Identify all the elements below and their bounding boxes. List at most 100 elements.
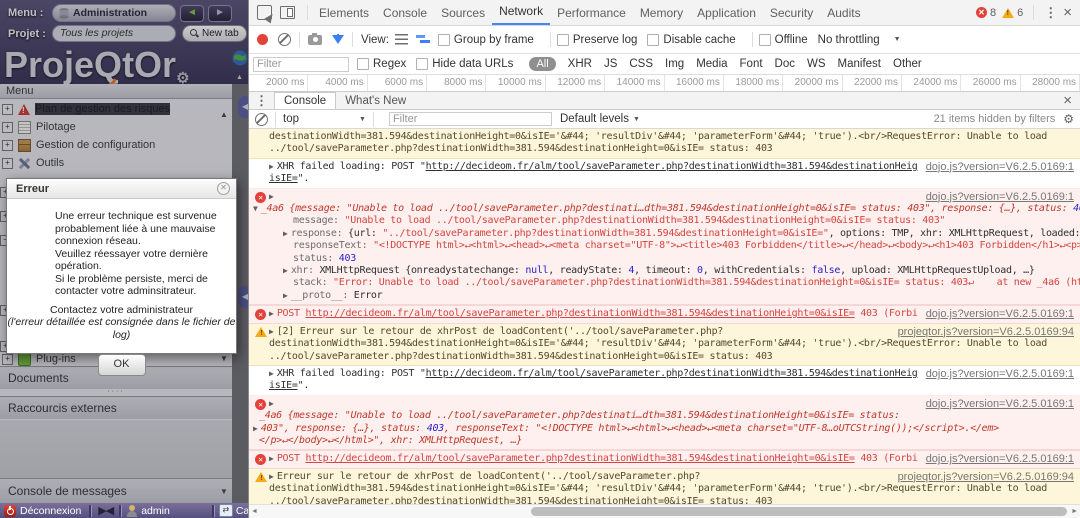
scroll-right-icon[interactable]: ►: [1071, 508, 1078, 515]
expand-arrow-icon[interactable]: ▶: [253, 424, 261, 433]
devtools-tab-sources[interactable]: Sources: [434, 1, 492, 25]
timeline-tick: 26000 ms: [961, 75, 1020, 91]
filter-type-all[interactable]: All: [529, 57, 555, 71]
expand-arrow-icon[interactable]: ▶: [283, 266, 291, 275]
devtools-close-icon[interactable]: ×: [1063, 4, 1072, 21]
console-row[interactable]: ✕▶POST http://decideom.fr/alm/tool/saveP…: [249, 450, 1080, 468]
ok-button[interactable]: OK: [98, 354, 146, 376]
filter-type-font[interactable]: Font: [734, 58, 769, 70]
devtools-tab-network[interactable]: Network: [492, 0, 550, 25]
source-link[interactable]: projeqtor.js?version=V6.2.5.0169:94: [898, 326, 1074, 338]
source-link[interactable]: projeqtor.js?version=V6.2.5.0169:94: [898, 471, 1074, 483]
expand-arrow-icon[interactable]: ▶: [269, 327, 277, 336]
console-row[interactable]: ▶XHR failed loading: POST "http://decide…: [249, 366, 1080, 396]
regex-checkbox[interactable]: Regex: [357, 58, 406, 70]
chevron-down-icon: ▼: [894, 36, 901, 43]
drawer-tab-what-s-new[interactable]: What's New: [336, 93, 415, 109]
expand-arrow-icon[interactable]: ▶: [269, 454, 277, 463]
cache-icon[interactable]: ⇄: [219, 504, 233, 517]
devtools-tab-memory[interactable]: Memory: [633, 1, 690, 25]
devtools-panel: ElementsConsoleSourcesNetworkPerformance…: [248, 0, 1080, 518]
dialog-titlebar[interactable]: Erreur ✕: [7, 179, 236, 199]
filter-type-doc[interactable]: Doc: [769, 58, 801, 70]
devtools-tab-console[interactable]: Console: [376, 1, 434, 25]
checkbox-icon: [759, 34, 771, 46]
waterfall-view-icon[interactable]: [416, 34, 430, 45]
devtools-tab-application[interactable]: Application: [690, 1, 763, 25]
expand-arrow-icon[interactable]: ▶: [269, 472, 277, 481]
scroll-left-icon[interactable]: ◄: [251, 508, 258, 515]
console-row[interactable]: ▶XHR failed loading: POST "http://decide…: [249, 159, 1080, 189]
filter-type-xhr[interactable]: XHR: [562, 58, 598, 70]
console-row[interactable]: ✕▶POST http://decideom.fr/alm/tool/saveP…: [249, 305, 1080, 323]
expand-arrow-icon[interactable]: ▼: [253, 204, 261, 213]
offline-checkbox[interactable]: Offline: [759, 34, 808, 46]
warning-count-badge[interactable]: 6: [1002, 7, 1023, 19]
scrollbar-thumb[interactable]: [531, 507, 1067, 516]
logout-button[interactable]: Déconnexion: [20, 505, 81, 517]
filter-type-other[interactable]: Other: [887, 58, 928, 70]
separator: [352, 32, 353, 47]
network-filter-input[interactable]: [253, 57, 349, 72]
devtools-tab-audits[interactable]: Audits: [820, 1, 867, 25]
expand-arrow-icon[interactable]: ▶: [283, 291, 291, 300]
devtools-tab-elements[interactable]: Elements: [312, 1, 376, 25]
clear-icon[interactable]: [278, 33, 291, 46]
console-filter-input[interactable]: [389, 112, 552, 126]
group-by-frame-checkbox[interactable]: Group by frame: [438, 34, 534, 46]
console-settings-gear-icon[interactable]: ⚙: [1063, 112, 1074, 126]
console-text: ▶xhr: XMLHttpRequest {onreadystatechange…: [249, 265, 1080, 277]
throttling-dropdown[interactable]: No throttling: [818, 34, 880, 46]
log-levels-dropdown[interactable]: Default levels: [560, 113, 629, 125]
devtools-tab-security[interactable]: Security: [763, 1, 820, 25]
console-line: destinationWidth=381.594&destinationHeig…: [249, 338, 1080, 350]
filter-type-manifest[interactable]: Manifest: [832, 58, 887, 70]
expand-arrow-icon[interactable]: ▶: [269, 399, 277, 408]
error-count-badge[interactable]: ✕8: [976, 7, 996, 19]
dialog-close-icon[interactable]: ✕: [217, 182, 230, 195]
filter-type-img[interactable]: Img: [659, 58, 690, 70]
expand-arrow-icon[interactable]: ▶: [269, 309, 277, 318]
record-icon[interactable]: [257, 34, 268, 45]
network-timeline-ruler[interactable]: 2000 ms4000 ms6000 ms8000 ms10000 ms1200…: [249, 75, 1080, 92]
source-link[interactable]: dojo.js?version=V6.2.5.0169:1: [926, 191, 1074, 203]
hidden-items-info: 21 items hidden by filters: [934, 113, 1056, 125]
console-row[interactable]: ▶[2] Erreur sur le retour de xhrPost de …: [249, 324, 1080, 366]
source-link[interactable]: dojo.js?version=V6.2.5.0169:1: [926, 308, 1074, 320]
filter-type-css[interactable]: CSS: [623, 58, 659, 70]
clear-console-icon[interactable]: [255, 113, 268, 126]
source-link[interactable]: dojo.js?version=V6.2.5.0169:1: [926, 368, 1074, 380]
expand-arrow-icon[interactable]: ▶: [269, 192, 277, 201]
user-name[interactable]: admin: [141, 505, 170, 517]
console-row[interactable]: ✕▶dojo.js?version=V6.2.5.0169:1_4a6 {mes…: [249, 396, 1080, 451]
expand-arrow-icon[interactable]: ▶: [283, 229, 291, 238]
expand-arrow-icon[interactable]: ▶: [269, 369, 277, 378]
drawer-menu-icon[interactable]: ⋮: [249, 93, 274, 109]
source-link[interactable]: dojo.js?version=V6.2.5.0169:1: [926, 453, 1074, 465]
filter-type-media[interactable]: Media: [690, 58, 733, 70]
list-view-icon[interactable]: [395, 34, 408, 45]
filter-type-ws[interactable]: WS: [801, 58, 832, 70]
console-row[interactable]: ✕▶dojo.js?version=V6.2.5.0169:1▼_4a6 {me…: [249, 189, 1080, 306]
console-row[interactable]: ▶Erreur sur le retour de xhrPost de load…: [249, 469, 1080, 504]
execution-context-dropdown[interactable]: top: [283, 113, 299, 125]
hide-data-urls-checkbox[interactable]: Hide data URLs: [416, 58, 513, 70]
horizontal-scrollbar[interactable]: ◄ ►: [249, 504, 1080, 518]
power-icon[interactable]: [4, 505, 16, 517]
expand-arrow-icon[interactable]: ▶: [269, 162, 277, 171]
preserve-log-checkbox[interactable]: Preserve log: [557, 34, 638, 46]
screenshot-icon[interactable]: [308, 35, 322, 45]
disable-cache-checkbox[interactable]: Disable cache: [647, 34, 735, 46]
device-toolbar-icon[interactable]: [280, 6, 295, 19]
source-link[interactable]: dojo.js?version=V6.2.5.0169:1: [926, 161, 1074, 173]
filter-type-js[interactable]: JS: [598, 58, 623, 70]
drawer-tab-console[interactable]: Console: [274, 92, 336, 109]
source-link[interactable]: dojo.js?version=V6.2.5.0169:1: [926, 398, 1074, 410]
devtools-menu-icon[interactable]: ⋮: [1044, 5, 1057, 21]
filter-funnel-icon[interactable]: [332, 35, 344, 44]
collapse-arrows-icon[interactable]: ▶◀: [98, 504, 113, 517]
inspect-element-icon[interactable]: [257, 5, 272, 20]
console-row[interactable]: destinationWidth=381.594&destinationHeig…: [249, 129, 1080, 159]
devtools-tab-performance[interactable]: Performance: [550, 1, 633, 25]
drawer-close-icon[interactable]: ×: [1063, 92, 1080, 109]
